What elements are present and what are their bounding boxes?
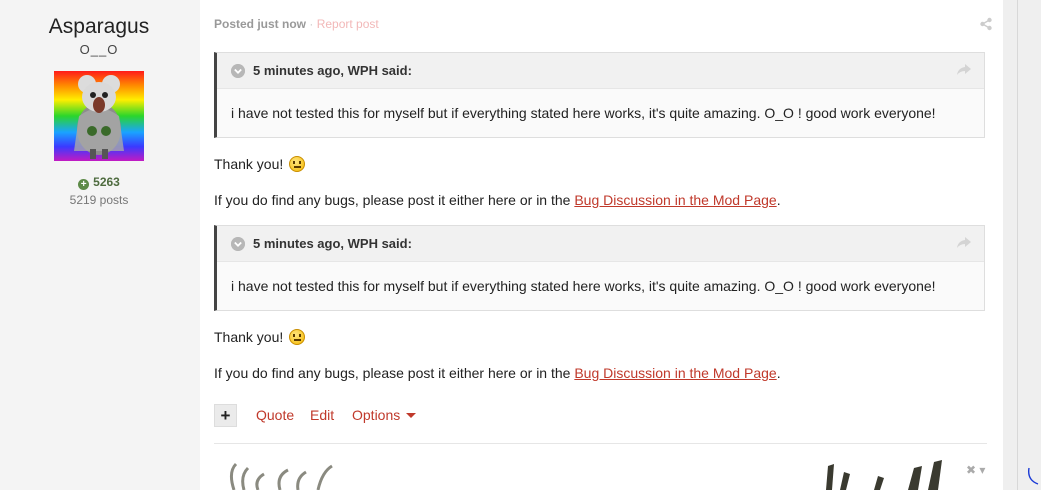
bugs-paragraph: If you do find any bugs, please post it … [214, 192, 781, 208]
right-gutter [1003, 0, 1041, 490]
bugs-text: If you do find any bugs, please post it … [214, 192, 575, 208]
post-count: 5219 posts [69, 193, 129, 207]
quote-button[interactable]: Quote [256, 407, 294, 423]
smiley-emoji-icon [289, 156, 306, 172]
gutter-divider [1017, 0, 1018, 490]
bug-discussion-link[interactable]: Bug Discussion in the Mod Page [574, 365, 776, 381]
author-name[interactable]: Asparagus [0, 15, 198, 39]
bugs-text: If you do find any bugs, please post it … [214, 365, 575, 381]
quote-header: 5 minutes ago, WPH said: [217, 226, 984, 262]
smiley-emoji-icon [289, 329, 306, 345]
thanks-text: Thank you! [214, 156, 306, 172]
report-post-link[interactable]: Report post [317, 17, 379, 31]
posted-time: Posted just now [214, 17, 307, 31]
share-icon[interactable] [979, 17, 993, 31]
plus-circle-icon: + [78, 179, 90, 190]
options-label: Options [352, 407, 401, 423]
options-menu[interactable]: Options [352, 407, 417, 423]
edit-button[interactable]: Edit [310, 407, 334, 423]
quote-text: i have not tested this for myself but if… [231, 278, 936, 294]
jump-to-post-icon[interactable] [956, 62, 972, 76]
author-column: Asparagus O__O +5263 5219 posts [0, 0, 200, 490]
thanks-text: Thank you! [214, 329, 306, 345]
multiquote-button[interactable]: + [214, 404, 237, 427]
bugs-suffix: . [776, 365, 781, 381]
post-meta: Posted just now · Report post [214, 17, 379, 31]
avatar-image [74, 75, 124, 159]
chevron-down-icon[interactable] [231, 64, 245, 78]
quote-text: i have not tested this for myself but if… [231, 105, 936, 121]
meta-separator: · [309, 17, 314, 31]
post-content: Posted just now · Report post 5 minutes … [200, 0, 1003, 490]
reputation-count: 5263 [93, 175, 120, 189]
bugs-paragraph: If you do find any bugs, please post it … [214, 365, 781, 381]
quote-citation: 5 minutes ago, WPH said: [253, 236, 412, 251]
author-title: O__O [79, 42, 119, 57]
reputation-badge[interactable]: +5263 [0, 175, 198, 190]
signature-divider [214, 443, 987, 444]
thanks-label: Thank you! [214, 156, 284, 172]
signature-image [229, 460, 942, 490]
caret-down-icon [406, 413, 417, 418]
quote-block: 5 minutes ago, WPH said: i have not test… [214, 225, 985, 311]
chevron-down-icon[interactable] [231, 237, 245, 251]
quote-header: 5 minutes ago, WPH said: [217, 53, 984, 89]
quote-citation: 5 minutes ago, WPH said: [253, 63, 412, 78]
signature [214, 450, 994, 490]
scroll-mark-icon [1028, 467, 1039, 485]
jump-to-post-icon[interactable] [956, 235, 972, 249]
thanks-label: Thank you! [214, 329, 284, 345]
close-signature-icon[interactable]: ✖ ▾ [966, 463, 985, 477]
bugs-suffix: . [776, 192, 781, 208]
quote-block: 5 minutes ago, WPH said: i have not test… [214, 52, 985, 138]
bug-discussion-link[interactable]: Bug Discussion in the Mod Page [574, 192, 776, 208]
avatar[interactable] [54, 71, 144, 161]
